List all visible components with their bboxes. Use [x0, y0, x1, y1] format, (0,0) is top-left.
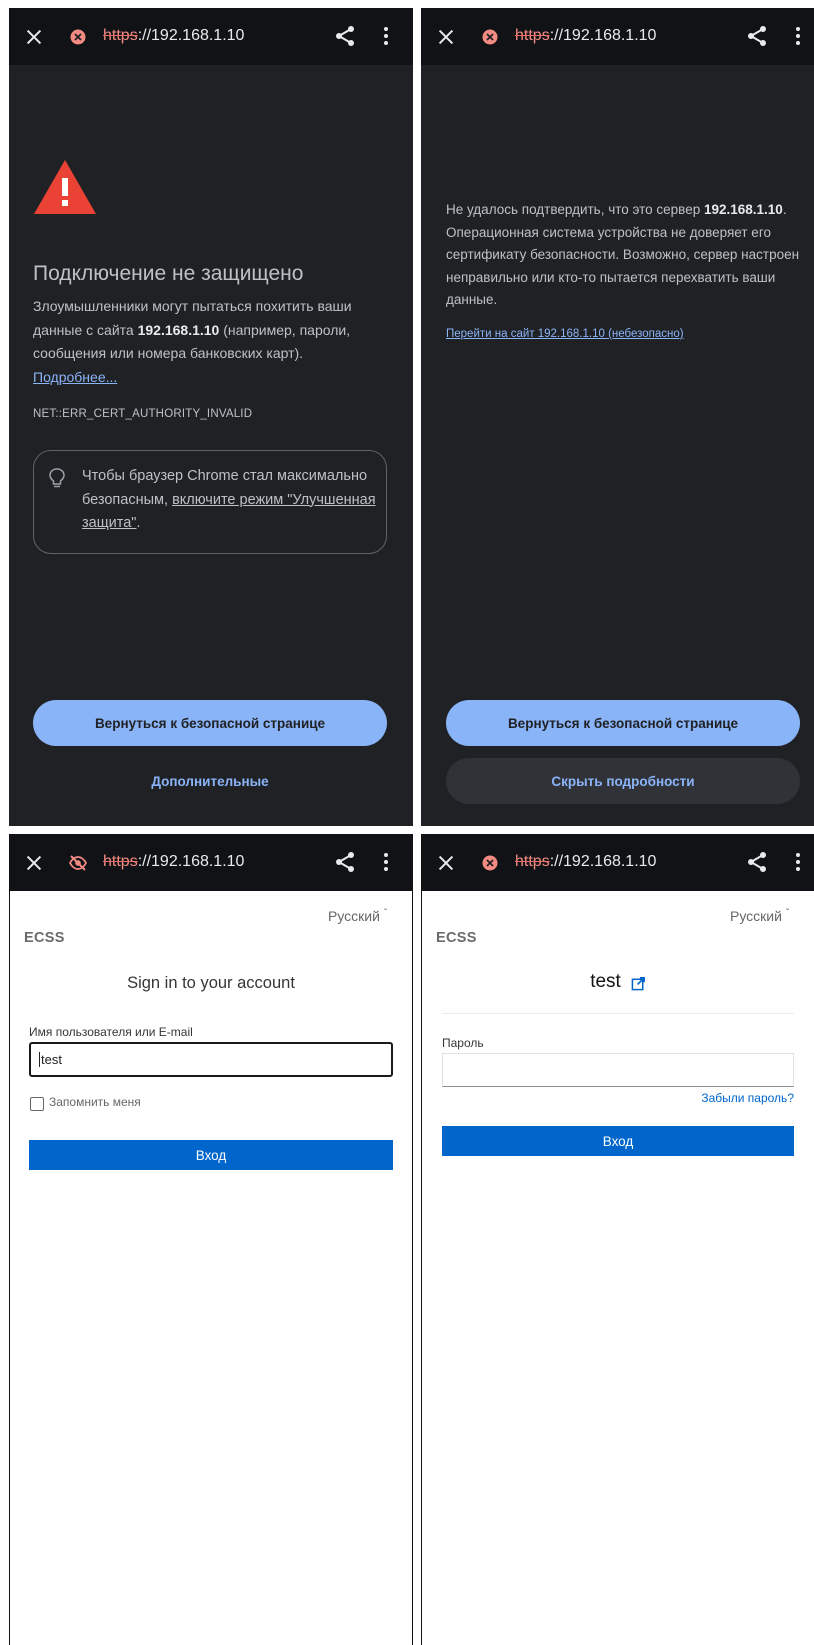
warning-triangle-icon [34, 160, 96, 214]
eye-off-icon[interactable] [68, 853, 88, 873]
login-panel: https://192.168.1.10 Русский ˇ ECSS Sign… [9, 834, 413, 1645]
address-bar[interactable]: https://192.168.1.10 [515, 26, 656, 46]
more-vert-icon[interactable] [374, 850, 398, 874]
forgot-password-link[interactable]: Забыли пароль? [692, 1091, 794, 1105]
learn-more-link[interactable]: Подробнее... [33, 369, 117, 385]
host-name: 192.168.1.10 [137, 321, 220, 338]
browser-toolbar: https://192.168.1.10 [9, 8, 413, 65]
url-scheme: https [103, 853, 138, 870]
lightbulb-icon [49, 468, 65, 488]
password-field[interactable] [442, 1053, 794, 1087]
url-scheme: https [515, 853, 550, 870]
details-description: Не удалось подтвердить, что это сервер 1… [446, 202, 800, 307]
url-host: ://192.168.1.10 [137, 27, 245, 44]
attempted-username: test [422, 971, 814, 993]
login-submit-button[interactable]: Вход [442, 1126, 794, 1156]
advanced-button[interactable]: Дополнительные [33, 766, 387, 796]
url-host: ://192.168.1.10 [137, 853, 245, 870]
back-to-safety-button[interactable]: Вернуться к безопасной странице [33, 700, 387, 746]
language-selector[interactable]: Русский ˇ [328, 908, 387, 924]
share-icon[interactable] [333, 24, 357, 48]
language-selector[interactable]: Русский ˇ [730, 908, 789, 924]
url-host: ://192.168.1.10 [549, 853, 657, 870]
interstitial-panel: https://192.168.1.10 Подключение не защи… [9, 8, 413, 826]
divider [442, 1013, 794, 1014]
share-icon[interactable] [745, 24, 769, 48]
password-label: Пароль [442, 1036, 484, 1050]
url-scheme: https [515, 27, 550, 44]
browser-toolbar: https://192.168.1.10 [10, 834, 412, 891]
login-submit-button[interactable]: Вход [29, 1140, 393, 1170]
remember-me-label: Запомнить меня [49, 1095, 141, 1109]
username-display: test [590, 971, 621, 992]
browser-toolbar: https://192.168.1.10 [421, 8, 814, 65]
error-code: NET::ERR_CERT_AUTHORITY_INVALID [33, 408, 253, 420]
brand-logo: ECSS [436, 930, 477, 946]
password-panel: https://192.168.1.10 Русский ˇ ECSS test… [421, 834, 814, 1645]
close-icon[interactable] [435, 852, 457, 874]
hide-details-button[interactable]: Скрыть подробности [446, 758, 800, 804]
more-vert-icon[interactable] [786, 850, 810, 874]
back-to-safety-button[interactable]: Вернуться к безопасной странице [446, 700, 800, 746]
address-bar[interactable]: https://192.168.1.10 [103, 852, 244, 872]
share-icon[interactable] [333, 850, 357, 874]
interstitial-details-panel: https://192.168.1.10 Не удалось подтверд… [421, 8, 814, 826]
url-host: ://192.168.1.10 [549, 27, 657, 44]
remember-me-checkbox[interactable] [30, 1097, 44, 1111]
security-error-icon[interactable] [68, 27, 88, 47]
more-vert-icon[interactable] [786, 24, 810, 48]
address-bar[interactable]: https://192.168.1.10 [515, 852, 656, 872]
page-title: Подключение не защищено [33, 262, 304, 285]
username-field[interactable]: test [29, 1042, 393, 1077]
security-error-icon[interactable] [480, 853, 500, 873]
proceed-unsafe-link[interactable]: Перейти на сайт 192.168.1.10 (небезопасн… [446, 328, 684, 340]
host-name: 192.168.1.10 [703, 202, 783, 217]
address-bar[interactable]: https://192.168.1.10 [103, 26, 244, 46]
enhanced-protection-tip: Чтобы браузер Chrome стал максимально бе… [33, 450, 387, 554]
brand-logo: ECSS [24, 930, 65, 946]
close-icon[interactable] [23, 852, 45, 874]
browser-toolbar: https://192.168.1.10 [422, 834, 814, 891]
more-vert-icon[interactable] [374, 24, 398, 48]
close-icon[interactable] [435, 26, 457, 48]
login-title: Sign in to your account [127, 974, 295, 992]
username-label: Имя пользователя или E-mail [29, 1025, 193, 1039]
share-icon[interactable] [745, 850, 769, 874]
url-scheme: https [103, 27, 138, 44]
security-error-icon[interactable] [480, 27, 500, 47]
tip-text: Чтобы браузер Chrome стал максимально бе… [82, 468, 376, 531]
warning-description: Злоумышленники могут пытаться похитить в… [33, 298, 352, 385]
restart-login-icon[interactable] [631, 976, 646, 991]
close-icon[interactable] [23, 26, 45, 48]
